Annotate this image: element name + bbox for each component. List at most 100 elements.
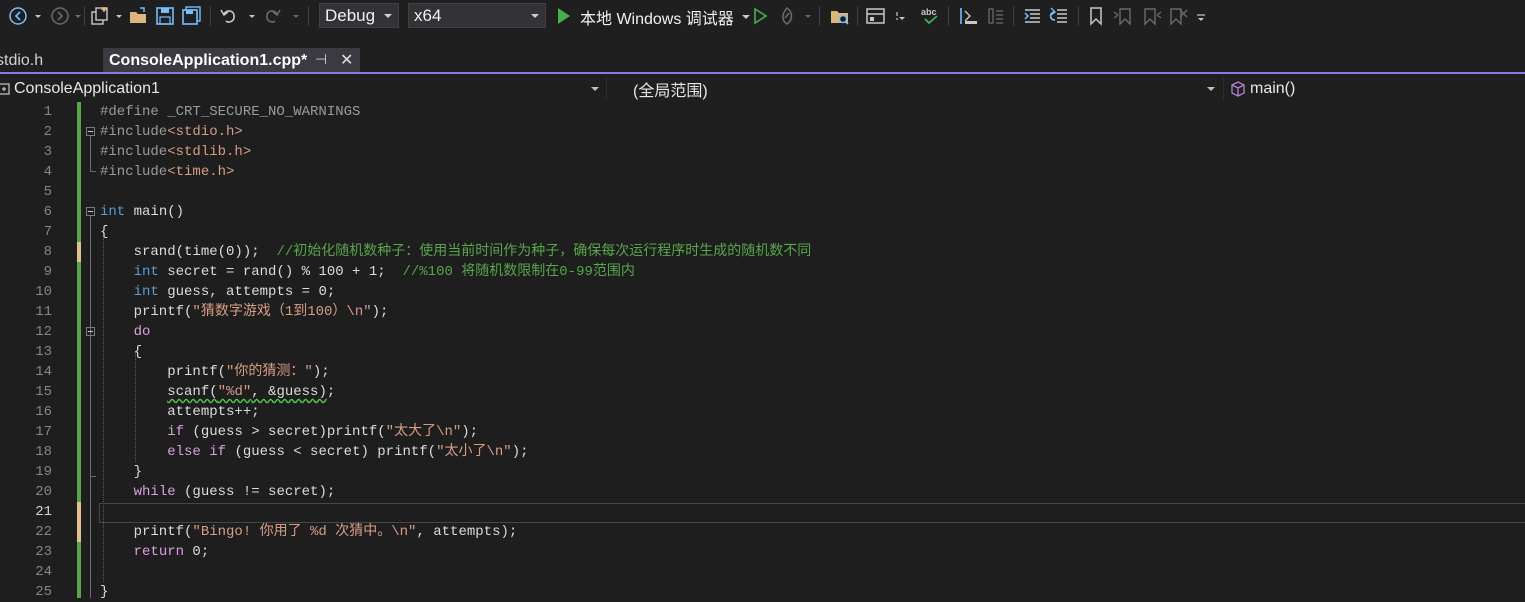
save-icon[interactable] (155, 6, 175, 26)
code-line[interactable]: printf("猜数字游戏（1到100）\n"); (100, 302, 389, 322)
new-dropdown-icon[interactable] (114, 6, 124, 26)
code-line[interactable]: scanf("%d", &guess); (100, 382, 335, 402)
code-token: "你的猜测：" (226, 364, 313, 380)
line-number: 20 (35, 484, 52, 500)
code-token: printf( (100, 304, 193, 320)
code-line[interactable]: if (guess > secret)printf("太大了\n"); (100, 422, 478, 442)
scope-dropdown[interactable]: (全局范围) (633, 79, 708, 100)
spell-check-icon[interactable]: abc (920, 6, 942, 26)
toolbar: Debug x64 本地 Windows 调试器 abc (0, 0, 1525, 33)
change-marker-saved (77, 102, 81, 242)
tab-stdio-h[interactable]: stdio.h (0, 48, 43, 73)
previous-bookmark-icon[interactable] (1113, 6, 1135, 26)
uncomment-icon[interactable] (1047, 6, 1071, 26)
collapse-icon[interactable] (86, 127, 95, 136)
forward-icon[interactable] (50, 6, 70, 26)
layout-dropdown-icon[interactable] (894, 6, 906, 26)
toggle-breakpoint-icon[interactable] (958, 6, 980, 26)
redo-icon[interactable] (262, 6, 282, 26)
line-number: 11 (35, 304, 52, 320)
pin-icon[interactable]: ⊣ (315, 51, 327, 68)
code-token: int (100, 204, 126, 220)
code-token: (guess > secret)printf( (184, 424, 386, 440)
save-all-icon[interactable] (181, 6, 203, 26)
code-line[interactable]: do (100, 322, 151, 342)
code-line[interactable]: printf("你的猜测："); (100, 362, 329, 382)
collapse-icon[interactable] (86, 327, 95, 336)
code-line[interactable]: { (100, 342, 142, 362)
solution-explorer-icon[interactable] (829, 6, 851, 26)
code-token: "%d" (217, 384, 252, 400)
code-line[interactable]: int guess, attempts = 0; (100, 282, 336, 302)
member-dropdown[interactable]: main() (1230, 79, 1295, 99)
clear-bookmarks-icon[interactable] (1167, 6, 1189, 26)
code-token: { (100, 224, 109, 240)
redo-dropdown-icon[interactable] (291, 6, 301, 26)
code-editor[interactable]: 1 2 3 4 5 6 7 8 9 10 11 12 13 14 15 16 17 18 19 20 21 22 23 24 2… (0, 102, 1525, 600)
member-name: main() (1250, 80, 1296, 97)
code-line[interactable]: #include<stdlib.h> (100, 142, 251, 162)
line-number: 16 (35, 404, 52, 420)
back-icon[interactable] (8, 6, 28, 26)
code-line[interactable]: { (100, 222, 108, 242)
tab-consoleapplication1-cpp[interactable]: ConsoleApplication1.cpp* ⊣ ✕ (103, 48, 360, 73)
code-line[interactable]: } (100, 582, 108, 602)
project-dropdown-arrow-icon[interactable] (591, 87, 599, 91)
project-dropdown[interactable]: ConsoleApplication1 (0, 79, 160, 99)
code-line[interactable]: srand(time(0)); //初始化随机数种子：使用当前时间作为种子，确保… (100, 242, 812, 262)
code-token: else (167, 444, 201, 460)
line-number: 6 (43, 204, 52, 220)
scope-dropdown-arrow-icon[interactable] (1207, 87, 1215, 91)
start-no-debug-icon[interactable] (751, 6, 769, 26)
code-line[interactable]: return 0; (100, 542, 210, 562)
line-number: 2 (43, 124, 52, 140)
new-project-icon[interactable] (89, 6, 111, 26)
code-line[interactable]: int secret = rand() % 100 + 1; //%100 将随… (100, 262, 635, 282)
code-line[interactable]: int main() (100, 202, 184, 222)
code-line[interactable]: while (guess != secret); (100, 482, 336, 502)
code-token: attempts++; (100, 404, 260, 420)
close-icon[interactable]: ✕ (340, 50, 353, 70)
code-token: while (133, 484, 176, 500)
code-line[interactable]: #include<time.h> (100, 162, 234, 182)
collapse-icon[interactable] (86, 207, 95, 216)
next-bookmark-icon[interactable] (1140, 6, 1162, 26)
code-token: ; (326, 384, 336, 400)
start-icon[interactable] (554, 6, 572, 26)
code-line[interactable]: attempts++; (100, 402, 260, 422)
run-button[interactable]: 本地 Windows 调试器 (580, 5, 752, 29)
undo-dropdown-icon[interactable] (247, 6, 257, 26)
code-token: { (100, 344, 143, 360)
comment-icon[interactable] (1022, 6, 1044, 26)
format-icon[interactable] (985, 6, 1007, 26)
code-line[interactable]: } (100, 462, 142, 482)
hot-reload-dropdown-icon[interactable] (803, 6, 813, 26)
forward-dropdown-icon[interactable] (73, 6, 83, 26)
line-number: 25 (35, 584, 52, 600)
code-line[interactable]: else if (guess < secret) printf("太小了\n")… (100, 442, 528, 462)
navigation-bar: ConsoleApplication1 (全局范围) main() (0, 75, 1525, 103)
platform-combo[interactable]: x64 (408, 3, 546, 28)
platform-value: x64 (414, 5, 442, 25)
line-number: 15 (35, 384, 52, 400)
code-line[interactable]: #define _CRT_SECURE_NO_WARNINGS (100, 102, 360, 122)
config-combo[interactable]: Debug (319, 3, 399, 28)
code-line[interactable]: printf("Bingo! 你用了 %d 次猜中。\n", attempts)… (100, 522, 518, 542)
layout-icon[interactable] (865, 6, 887, 26)
back-dropdown-icon[interactable] (33, 6, 43, 26)
line-number: 18 (35, 444, 52, 460)
code-token: <stdlib.h> (167, 144, 252, 160)
code-line[interactable]: #include<stdio.h> (100, 122, 243, 142)
toolbar-overflow-icon[interactable] (1195, 6, 1207, 26)
svg-text:abc: abc (921, 7, 937, 17)
change-marker-unsaved (77, 522, 81, 542)
code-token: ); (461, 424, 479, 440)
run-label: 本地 Windows 调试器 (580, 11, 734, 28)
undo-icon[interactable] (219, 6, 239, 26)
hot-reload-icon[interactable] (777, 6, 799, 26)
bookmark-icon[interactable] (1087, 6, 1105, 26)
code-token: printf( (100, 524, 193, 540)
open-icon[interactable] (128, 6, 150, 26)
